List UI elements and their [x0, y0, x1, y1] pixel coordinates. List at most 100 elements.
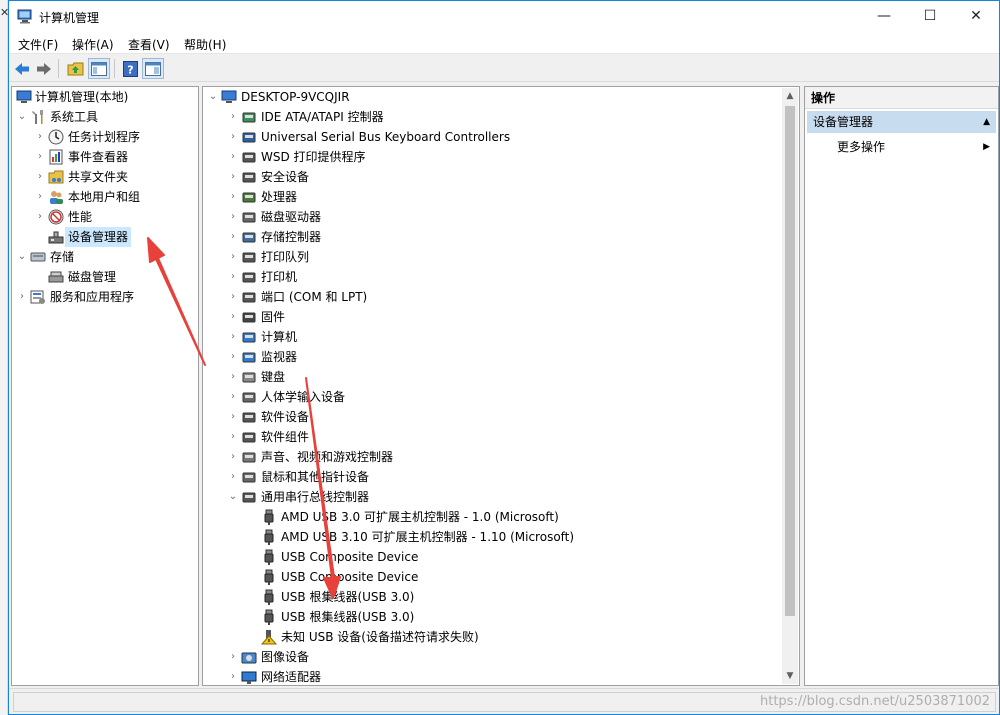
device-label: IDE ATA/ATAPI 控制器: [261, 110, 384, 124]
storage-controller-icon: [242, 232, 256, 243]
menu-file[interactable]: 文件(F): [18, 36, 58, 53]
usb-plug-icon: [264, 569, 274, 585]
device-label: 固件: [261, 310, 286, 324]
device-label: USB 根集线器(USB 3.0): [281, 610, 415, 624]
computer-management-icon: [16, 90, 32, 103]
chevron-right-icon[interactable]: ›: [34, 127, 46, 147]
device-label: AMD USB 3.10 可扩展主机控制器 - 1.10 (Microsoft): [281, 530, 575, 544]
chevron-right-icon[interactable]: ›: [227, 647, 239, 667]
scroll-up-icon[interactable]: ▲: [782, 88, 798, 104]
back-icon[interactable]: [11, 58, 33, 79]
chevron-right-icon[interactable]: ›: [227, 327, 239, 347]
chevron-right-icon[interactable]: ›: [227, 287, 239, 307]
vertical-scrollbar[interactable]: ▲ ▼: [782, 88, 798, 684]
collapse-icon[interactable]: ▲: [983, 111, 990, 133]
scroll-thumb[interactable]: [785, 106, 795, 616]
chevron-right-icon[interactable]: ›: [227, 467, 239, 487]
chevron-right-icon[interactable]: ›: [227, 107, 239, 127]
device-label: 软件组件: [261, 430, 310, 444]
chevron-down-icon[interactable]: ⌄: [16, 107, 28, 127]
device-label: 通用串行总线控制器: [261, 490, 370, 504]
toolbar-separator: [58, 59, 59, 78]
sound-icon: [242, 452, 256, 463]
actions-section-device-manager[interactable]: 设备管理器 ▲: [807, 111, 996, 133]
security-device-icon: [242, 172, 256, 183]
chevron-down-icon[interactable]: ⌄: [227, 487, 239, 507]
device-label: 人体学输入设备: [261, 390, 346, 404]
chevron-right-icon[interactable]: ›: [34, 187, 46, 207]
device-label: 鼠标和其他指针设备: [261, 470, 370, 484]
usb-plug-icon: [264, 609, 274, 625]
device-label: 安全设备: [261, 170, 310, 184]
device-label: DESKTOP-9VCQJIR: [241, 90, 350, 104]
software-component-icon: [242, 432, 256, 443]
monitor-icon: [242, 352, 256, 363]
disk-drive-icon: [242, 212, 256, 223]
device-label: 未知 USB 设备(设备描述符请求失败): [281, 630, 479, 644]
services-icon: [30, 290, 45, 304]
chevron-right-icon[interactable]: ›: [227, 147, 239, 167]
properties-icon[interactable]: [142, 58, 164, 79]
device-label: 计算机: [261, 330, 298, 344]
menu-bar: 文件(F) 操作(A) 查看(V) 帮助(H): [9, 32, 999, 54]
warning-usb-icon: [261, 630, 277, 645]
forward-icon[interactable]: [33, 58, 55, 79]
menu-help[interactable]: 帮助(H): [184, 36, 226, 53]
chevron-right-icon[interactable]: ›: [227, 367, 239, 387]
device-label: 图像设备: [261, 650, 310, 664]
device-manager-icon: [48, 231, 64, 244]
usb-plug-icon: [264, 529, 274, 545]
device-tree-pane: ⌄ DESKTOP-9VCQJIR › IDE ATA/ATAPI 控制器 › Unive…: [202, 86, 800, 686]
menu-view[interactable]: 查看(V): [128, 36, 170, 53]
close-button[interactable]: ✕: [953, 1, 999, 32]
chevron-right-icon[interactable]: ›: [227, 667, 239, 687]
chevron-right-icon[interactable]: ›: [227, 427, 239, 447]
chevron-right-icon[interactable]: ›: [227, 127, 239, 147]
chevron-right-icon[interactable]: ›: [227, 187, 239, 207]
background-window-edge: ✕: [0, 0, 8, 715]
up-folder-icon[interactable]: [64, 58, 86, 79]
tree-item-label: 系统工具: [50, 110, 99, 124]
more-actions-label: 更多操作: [837, 140, 886, 154]
help-icon[interactable]: ?: [119, 58, 141, 79]
chevron-down-icon[interactable]: ⌄: [16, 247, 28, 267]
edge-close-glyph: ✕: [0, 6, 8, 19]
tree-item-label: 共享文件夹: [68, 170, 129, 184]
chevron-right-icon[interactable]: ›: [227, 247, 239, 267]
device-label: USB 根集线器(USB 3.0): [281, 590, 415, 604]
chevron-right-icon[interactable]: ›: [227, 227, 239, 247]
chevron-right-icon[interactable]: ›: [34, 147, 46, 167]
more-actions-item[interactable]: 更多操作 ▶: [837, 137, 992, 157]
minimize-button[interactable]: —: [861, 1, 907, 32]
device-label: 键盘: [261, 370, 286, 384]
tree-item-label: 设备管理器: [65, 227, 132, 247]
chevron-right-icon[interactable]: ›: [227, 447, 239, 467]
chevron-right-icon[interactable]: ›: [227, 387, 239, 407]
storage-icon: [30, 252, 46, 262]
device-label: 打印机: [261, 270, 298, 284]
tree-item-label: 性能: [68, 210, 93, 224]
chevron-right-icon[interactable]: ›: [34, 167, 46, 187]
svg-text:?: ?: [127, 63, 133, 76]
show-hide-tree-icon[interactable]: [88, 58, 110, 79]
shared-folder-icon: [48, 170, 64, 184]
chevron-right-icon[interactable]: ›: [34, 207, 46, 227]
chevron-right-icon[interactable]: ›: [227, 207, 239, 227]
device-label: WSD 打印提供程序: [261, 150, 366, 164]
chevron-right-icon[interactable]: ›: [227, 267, 239, 287]
chevron-right-icon[interactable]: ›: [227, 307, 239, 327]
chevron-right-icon[interactable]: ›: [227, 167, 239, 187]
scroll-down-icon[interactable]: ▼: [782, 668, 798, 684]
toolbar-separator: [114, 59, 115, 78]
chevron-right-icon[interactable]: ›: [227, 407, 239, 427]
chevron-right-icon[interactable]: ›: [16, 287, 28, 307]
chevron-down-icon[interactable]: ⌄: [207, 87, 219, 107]
menu-action[interactable]: 操作(A): [72, 36, 114, 53]
device-label: 网络适配器: [261, 670, 322, 684]
maximize-button[interactable]: ☐: [907, 1, 953, 32]
device-label: USB Composite Device: [281, 570, 419, 584]
title-bar[interactable]: 计算机管理 — ☐ ✕: [9, 1, 999, 32]
console-tree: 计算机管理(本地) ⌄ 系统工具 › 任务计划程序 › 事件查看器 › 共享文件…: [11, 86, 199, 686]
hid-icon: [242, 392, 256, 403]
chevron-right-icon[interactable]: ›: [227, 347, 239, 367]
